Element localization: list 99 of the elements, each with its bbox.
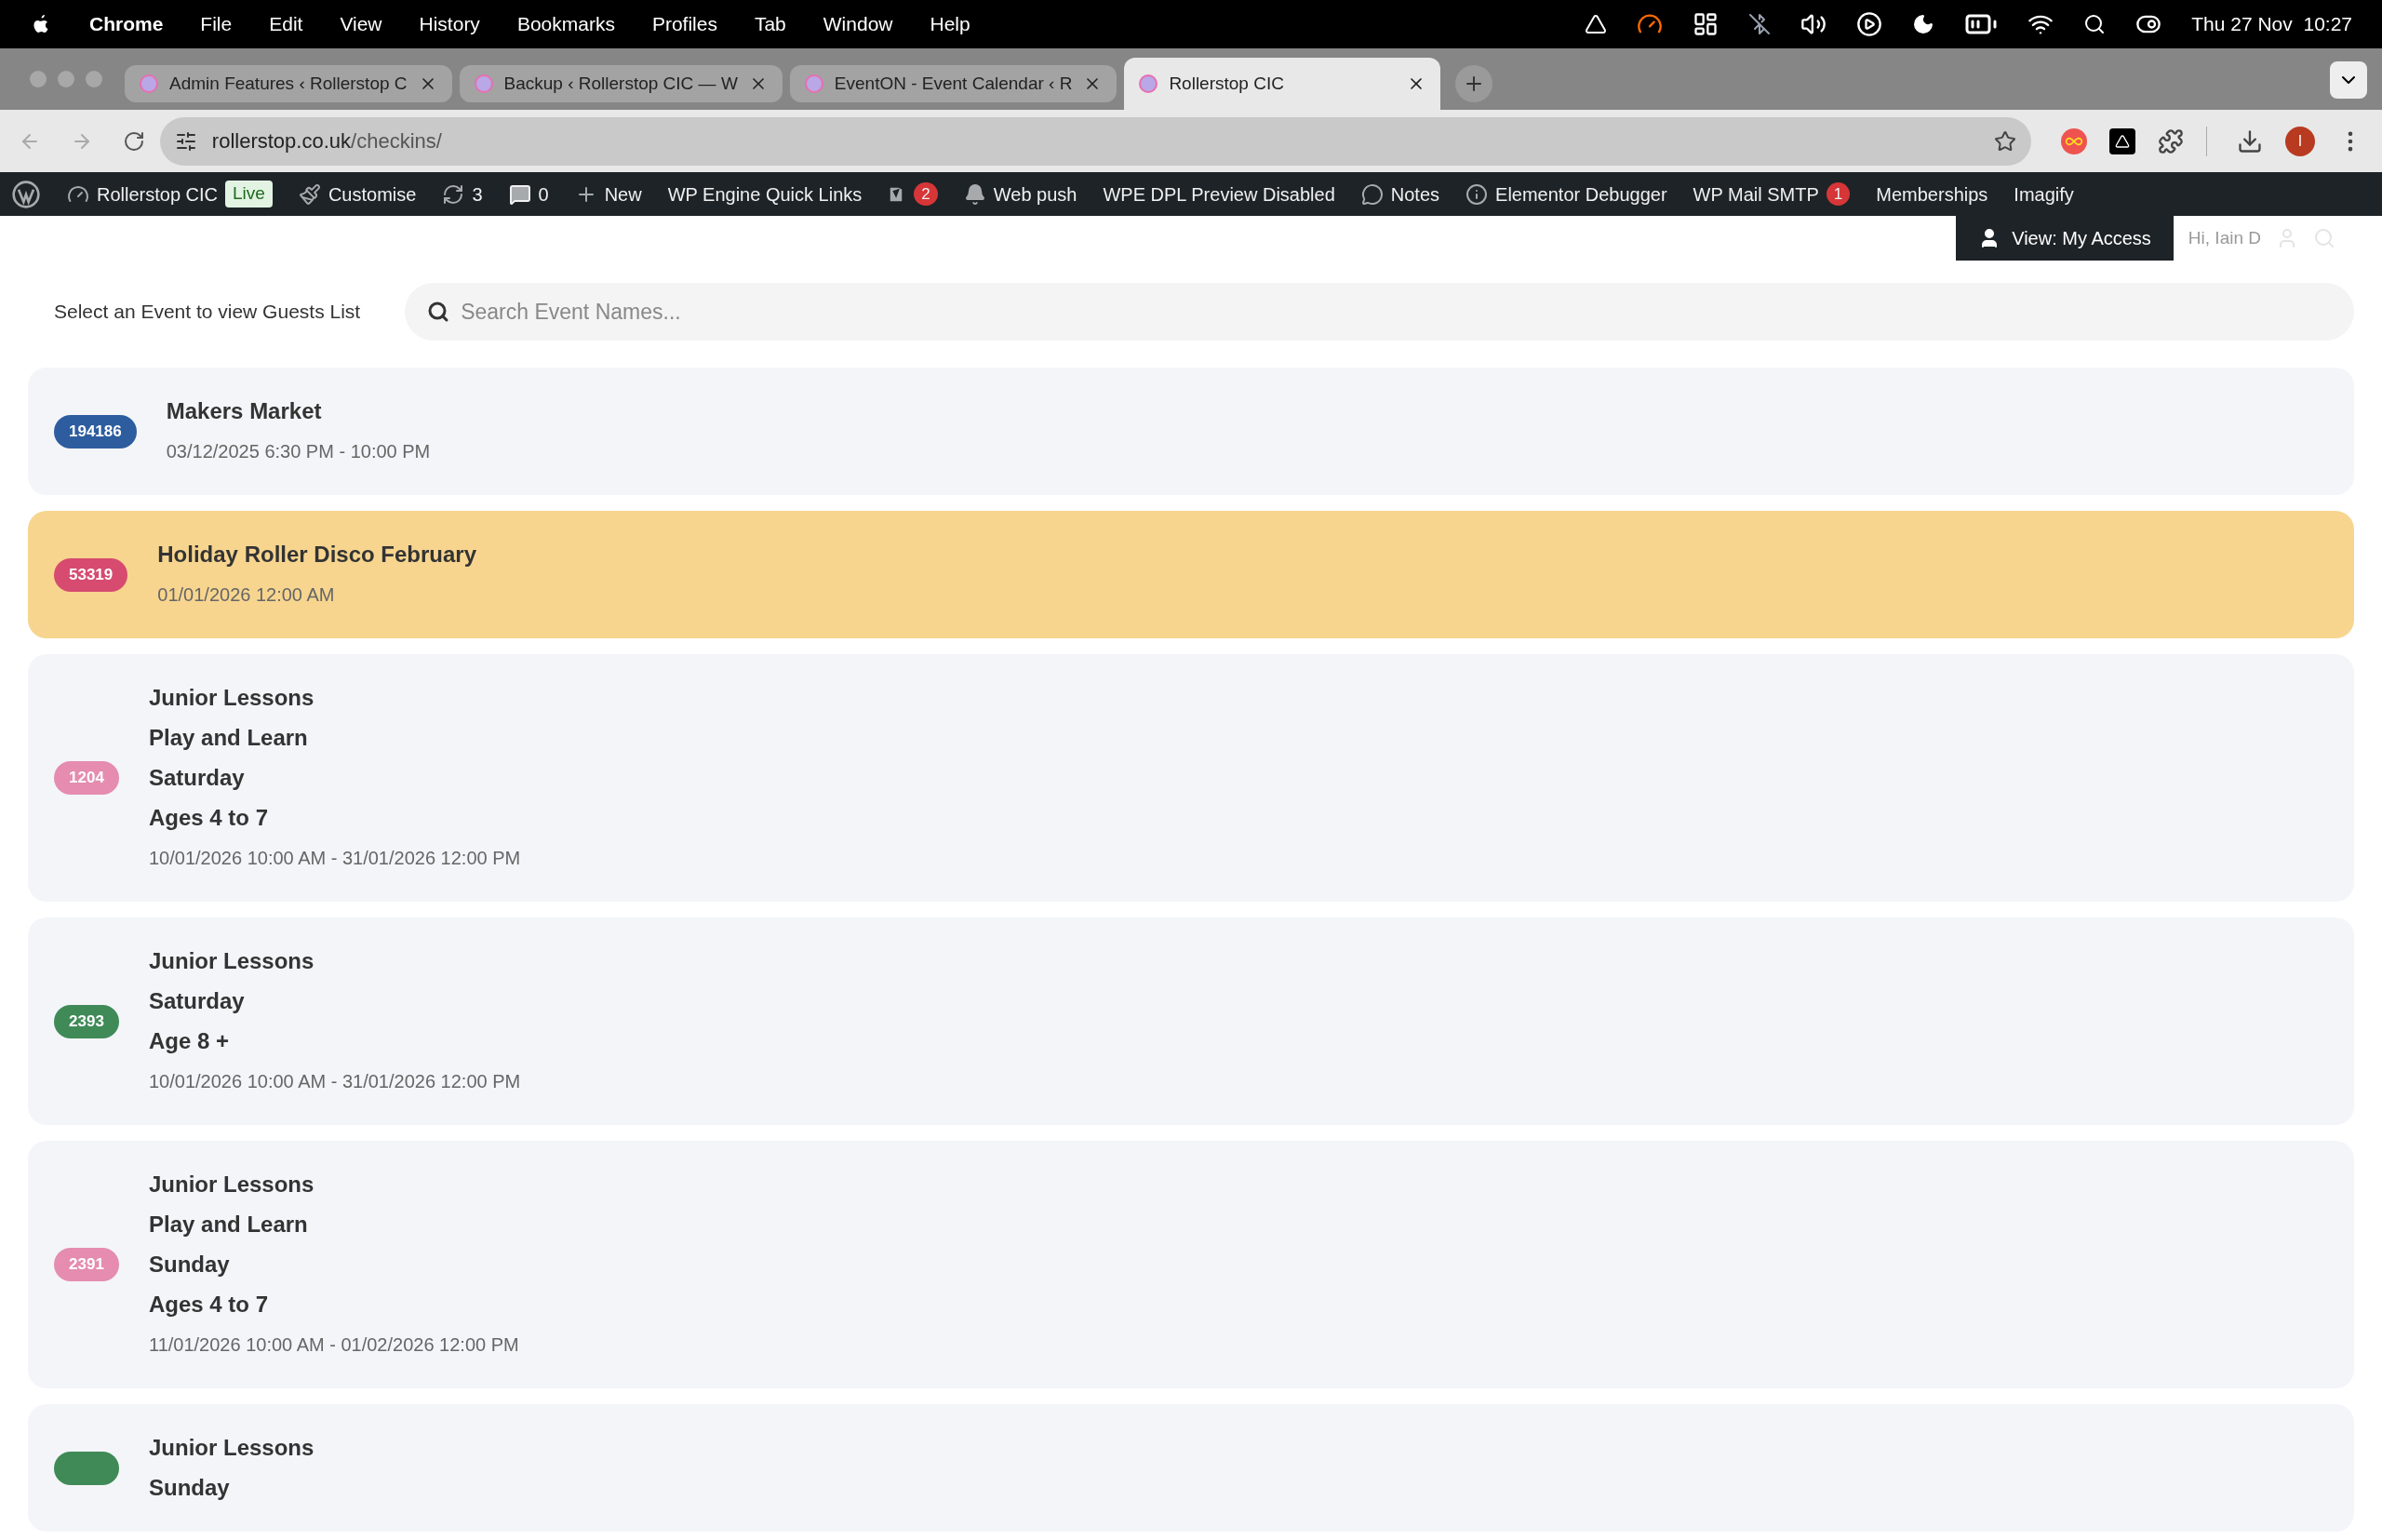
search-field[interactable]: Search Event Names... [405, 283, 2354, 341]
search-icon [427, 301, 450, 323]
event-title: Junior Lessons [149, 947, 315, 975]
profile-avatar[interactable]: I [2285, 126, 2316, 156]
menu-item[interactable]: Tab [754, 9, 786, 39]
quick-links-menu[interactable]: WP Engine Quick Links [667, 180, 863, 208]
menu-item[interactable]: Window [823, 9, 893, 39]
address-field[interactable]: rollerstop.co.uk/checkins/ [159, 116, 2032, 166]
event-title: Holiday Roller Disco February [157, 541, 477, 569]
menu-item[interactable]: Help [930, 9, 970, 39]
new-tab-button[interactable] [1455, 65, 1493, 102]
debugger-link[interactable]: Elementor Debugger [1465, 180, 1667, 208]
bluetooth-off-icon[interactable] [1748, 13, 1772, 35]
extensions-icon[interactable] [2158, 127, 2185, 154]
site-name-link[interactable]: Rollerstop CIC [97, 180, 219, 208]
event-id-badge: 1204 [54, 761, 119, 795]
drive-extension-icon[interactable] [2109, 127, 2136, 154]
web-push-link[interactable]: Web push [963, 180, 1077, 208]
event-title: Age 8 + [149, 1027, 231, 1055]
bookmark-star-icon[interactable] [1994, 129, 2017, 153]
memberships-link[interactable]: Memberships [1876, 180, 1988, 208]
event-card[interactable]: 2393 Junior Lessons Saturday Age 8 + 10/01/2026 10:00 AM - 31/01/2026 12:00 PM [28, 917, 2354, 1125]
tab-title: Rollerstop CIC [1169, 72, 1285, 95]
imagify-link[interactable]: Imagify [2014, 180, 2074, 208]
event-title: Sunday [149, 1474, 231, 1502]
event-title: Play and Learn [149, 1211, 309, 1239]
clock: Thu 27 Nov 10:27 [2191, 12, 2352, 37]
customise-link[interactable]: Customise [298, 180, 417, 208]
refresh-icon [442, 182, 465, 206]
menu-item[interactable]: Bookmarks [516, 9, 615, 39]
drive-icon[interactable] [1585, 13, 1608, 35]
event-title: Sunday [149, 1251, 231, 1279]
event-title: Play and Learn [149, 724, 309, 752]
search-icon[interactable] [2083, 13, 2107, 35]
view-access-button[interactable]: View: My Access [1956, 216, 2174, 261]
menu-item[interactable]: Edit [269, 9, 303, 39]
menu-item[interactable]: History [419, 9, 480, 39]
browser-tab[interactable]: EventON - Event Calendar ‹ R [789, 65, 1117, 102]
tab-title: Admin Features ‹ Rollerstop C [169, 72, 408, 95]
info-icon [1465, 182, 1489, 206]
speech-bubble-icon [1360, 182, 1384, 206]
notes-link[interactable]: Notes [1360, 180, 1440, 208]
event-title: Ages 4 to 7 [149, 804, 270, 832]
event-card[interactable]: Junior Lessons Sunday [28, 1404, 2354, 1532]
menu-item[interactable]: Profiles [651, 9, 717, 39]
layout-icon[interactable] [1693, 11, 1720, 37]
site-settings-icon[interactable] [174, 129, 197, 153]
event-card[interactable]: 1204 Junior Lessons Play and Learn Saturday Ages 4 to 7 10/01/2026 10:00 AM - 31/01/2026 12:00 PM [28, 654, 2354, 902]
menu-app-name[interactable]: Chrome [89, 9, 164, 39]
tab-search-button[interactable] [2330, 61, 2367, 99]
site-favicon-icon [140, 74, 158, 93]
brush-icon [298, 182, 321, 206]
mail-smtp-link[interactable]: WP Mail SMTP 1 [1693, 180, 1851, 208]
event-date: 11/01/2026 10:00 AM - 01/02/2026 12:00 PM [149, 1333, 519, 1357]
new-link[interactable]: New [574, 180, 642, 208]
event-card[interactable]: 2391 Junior Lessons Play and Learn Sunday Ages 4 to 7 11/01/2026 10:00 AM - 01/02/2026 12:00 PM [28, 1141, 2354, 1388]
event-title: Junior Lessons [149, 684, 315, 712]
event-date: 01/01/2026 12:00 AM [157, 583, 336, 607]
moon-icon[interactable] [1912, 13, 1935, 35]
updates-link[interactable]: 3 [442, 180, 483, 208]
url-text: rollerstop.co.uk/checkins/ [211, 128, 443, 154]
event-id-badge: 2393 [54, 1004, 119, 1038]
event-card[interactable]: 53319 Holiday Roller Disco February 01/01/2026 12:00 AM [28, 511, 2354, 638]
event-id-badge: 194186 [54, 414, 137, 449]
menu-item[interactable]: View [340, 9, 382, 39]
download-icon[interactable] [2237, 127, 2264, 154]
event-title: Makers Market [166, 397, 323, 425]
tab-title: EventON - Event Calendar ‹ R [834, 72, 1073, 95]
bell-icon [963, 182, 986, 206]
event-date: 10/01/2026 10:00 AM - 31/01/2026 12:00 PM [149, 847, 521, 870]
preview-status-link[interactable]: WPE DPL Preview Disabled [1103, 180, 1335, 208]
site-favicon-icon [1139, 74, 1158, 93]
menu-item[interactable]: File [200, 9, 233, 39]
event-id-badge: 2391 [54, 1248, 119, 1281]
live-badge: Live [225, 181, 273, 208]
tab-title: Backup ‹ Rollerstop CIC — W [503, 72, 738, 95]
event-title: Junior Lessons [149, 1434, 314, 1462]
seo-menu[interactable]: 2 [888, 181, 938, 207]
browser-tab[interactable]: Rollerstop CIC [1124, 58, 1441, 110]
site-favicon-icon [474, 74, 493, 93]
wordpress-logo-icon[interactable] [11, 179, 41, 209]
select-event-label: Select an Event to view Guests List [53, 300, 361, 325]
browser-tab[interactable]: Backup ‹ Rollerstop CIC — W [459, 65, 783, 102]
comment-icon [508, 182, 531, 206]
event-title: Saturday [149, 987, 246, 1015]
reload-icon[interactable] [122, 129, 145, 153]
event-id-badge: 53319 [54, 557, 128, 592]
comments-link[interactable]: 0 [508, 180, 549, 208]
event-date: 03/12/2025 6:30 PM - 10:00 PM [166, 440, 431, 463]
site-favicon-icon [804, 74, 823, 93]
event-title: Saturday [149, 764, 246, 792]
event-card[interactable]: 194186 Makers Market 03/12/2025 6:30 PM - 10:00 PM [28, 368, 2354, 495]
event-date: 10/01/2026 10:00 AM - 31/01/2026 12:00 PM [149, 1070, 521, 1093]
greeting-text: Hi, Iain D [2188, 226, 2261, 249]
play-icon[interactable] [1856, 11, 1883, 37]
infinity-extension-icon[interactable] [2061, 127, 2088, 154]
browser-tab[interactable]: Admin Features ‹ Rollerstop C [125, 65, 452, 102]
event-title: Junior Lessons [149, 1171, 315, 1199]
event-title: Ages 4 to 7 [149, 1291, 270, 1319]
